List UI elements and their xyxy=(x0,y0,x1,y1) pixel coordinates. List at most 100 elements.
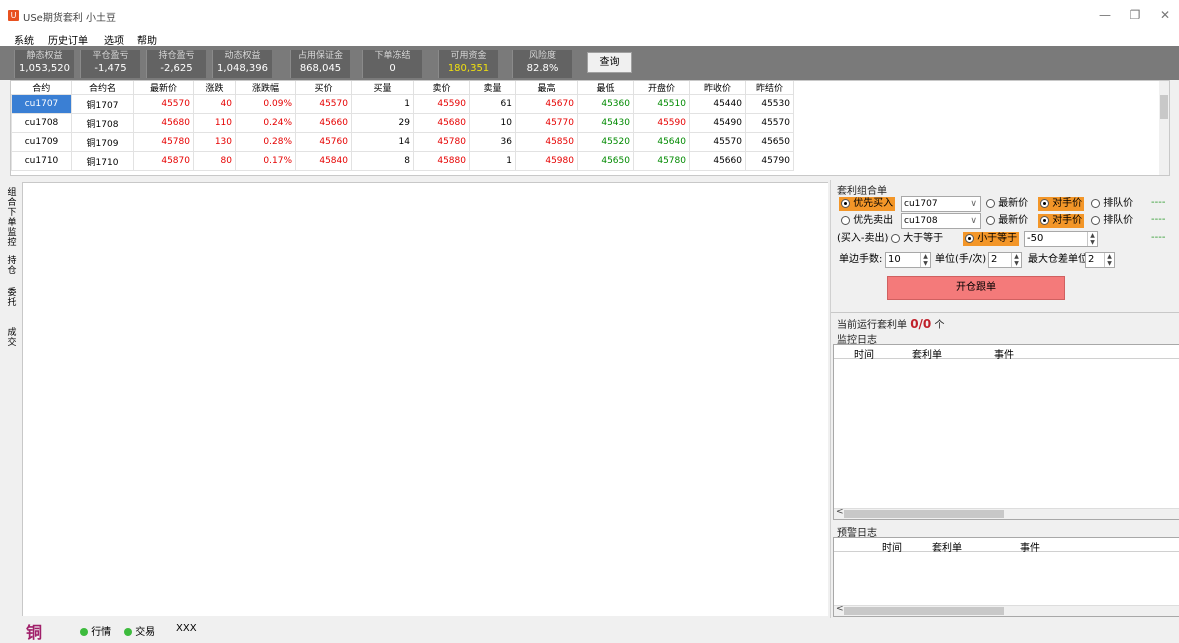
buy-latest-price-option[interactable]: 最新价 xyxy=(986,197,1028,211)
menu-history-orders[interactable]: 历史订单 xyxy=(48,32,88,47)
column-header[interactable]: 买量 xyxy=(351,81,414,95)
stepper-arrows-icon[interactable]: ▲ ▼ xyxy=(1104,253,1114,267)
column-header[interactable]: 买价 xyxy=(295,81,352,95)
table-row[interactable]: cu1709 铜1709 45780 130 0.28% 45760 14 45… xyxy=(11,132,794,152)
unit-stepper[interactable]: 2 ▲ ▼ xyxy=(988,252,1022,268)
contract-cell[interactable]: cu1707 xyxy=(11,94,72,114)
sell-latest-price-option[interactable]: 最新价 xyxy=(986,214,1028,228)
alert-log-scrollbar[interactable]: < xyxy=(834,604,1179,616)
change-pct-cell: 0.24% xyxy=(235,113,296,133)
scroll-left-icon[interactable]: < xyxy=(836,604,844,614)
tab-positions[interactable]: 持仓 xyxy=(6,256,18,280)
sell-contract-select[interactable]: cu1708 ∨ xyxy=(901,213,981,229)
stat-close-pnl: 平仓盈亏 -1,475 xyxy=(80,50,140,78)
contract-cell[interactable]: cu1710 xyxy=(11,151,72,171)
buy-contract-select[interactable]: cu1707 ∨ xyxy=(901,196,981,212)
contract-cell[interactable]: cu1709 xyxy=(11,132,72,152)
trade-label: 交易 xyxy=(135,627,156,638)
monitor-log-scrollbar[interactable]: < xyxy=(834,507,1179,519)
lots-value: 10 xyxy=(888,254,901,265)
window-title: USe期货套利 小土豆 xyxy=(23,13,116,24)
prev-settle-cell: 45530 xyxy=(745,94,794,114)
menu-system[interactable]: 系统 xyxy=(14,32,34,47)
change-pct-cell: 0.17% xyxy=(235,151,296,171)
tab-combo-monitor[interactable]: 组合下单监控 xyxy=(6,188,18,250)
buy-queue-price-option[interactable]: 排队价 xyxy=(1091,197,1133,211)
stat-label: 可用资金 xyxy=(450,51,487,61)
buy-first-option[interactable]: 优先买入 xyxy=(839,197,896,211)
spread-gte-option[interactable]: 大于等于 xyxy=(891,232,943,246)
column-header[interactable]: 最高 xyxy=(515,81,578,95)
buy-counter-price-option[interactable]: 对手价 xyxy=(1038,197,1085,211)
high-cell: 45770 xyxy=(515,113,578,133)
stat-value: -2,625 xyxy=(160,63,193,74)
query-button[interactable]: 查询 xyxy=(587,52,632,73)
maximize-button[interactable]: ❐ xyxy=(1125,7,1145,23)
radio-icon xyxy=(1091,198,1100,208)
stat-value: 1,048,396 xyxy=(217,63,268,74)
table-row[interactable]: cu1710 铜1710 45870 80 0.17% 45840 8 4588… xyxy=(11,151,794,171)
column-header[interactable]: 昨结价 xyxy=(745,81,794,95)
sell-first-option[interactable]: 优先卖出 xyxy=(841,214,893,228)
column-header[interactable]: 卖量 xyxy=(469,81,516,95)
low-cell: 45430 xyxy=(577,113,634,133)
ask-volume-cell: 1 xyxy=(469,151,516,171)
quote-scrollbar[interactable] xyxy=(1159,81,1169,175)
running-suffix: 个 xyxy=(934,320,945,331)
table-row[interactable]: cu1708 铜1708 45680 110 0.24% 45660 29 45… xyxy=(11,113,794,133)
scroll-left-icon[interactable]: < xyxy=(836,507,844,517)
column-header[interactable]: 最新价 xyxy=(133,81,194,95)
column-header[interactable]: 套利单 xyxy=(932,539,962,554)
prev-settle-cell: 45790 xyxy=(745,151,794,171)
prev-close-cell: 45440 xyxy=(689,94,746,114)
radio-icon xyxy=(986,198,995,208)
column-header[interactable]: 套利单 xyxy=(912,346,942,361)
scrollbar-thumb[interactable] xyxy=(844,607,1004,615)
column-header[interactable]: 时间 xyxy=(882,539,902,554)
table-header-row: 合约 合约名 最新价 涨跌 涨跌幅 买价 买量 卖价 卖量 最高 最低 开盘价 … xyxy=(11,81,794,95)
column-header[interactable]: 时间 xyxy=(854,346,874,361)
column-header[interactable]: 昨收价 xyxy=(689,81,746,95)
minimize-button[interactable]: — xyxy=(1095,7,1115,23)
stat-static-equity: 静态权益 1,053,520 xyxy=(14,50,74,78)
column-header[interactable]: 涨跌 xyxy=(193,81,236,95)
column-header[interactable]: 卖价 xyxy=(413,81,470,95)
spread-value-stepper[interactable]: -50 ▲ ▼ xyxy=(1024,231,1098,247)
max-diff-stepper[interactable]: 2 ▲ ▼ xyxy=(1085,252,1115,268)
stepper-arrows-icon[interactable]: ▲ ▼ xyxy=(920,253,930,267)
scrollbar-thumb[interactable] xyxy=(1160,95,1168,119)
trade-status: 交易 xyxy=(124,623,155,638)
menu-help[interactable]: 帮助 xyxy=(137,32,157,47)
stepper-arrows-icon[interactable]: ▲ ▼ xyxy=(1011,253,1021,267)
column-header[interactable]: 最低 xyxy=(577,81,634,95)
spread-lte-option[interactable]: 小于等于 xyxy=(963,232,1020,246)
contract-cell[interactable]: cu1708 xyxy=(11,113,72,133)
sell-queue-price-option[interactable]: 排队价 xyxy=(1091,214,1133,228)
table-row[interactable]: cu1707 铜1707 45570 40 0.09% 45570 1 4559… xyxy=(11,94,794,114)
market-status: 行情 xyxy=(80,623,111,638)
stat-label: 持仓盈亏 xyxy=(158,51,195,61)
column-header[interactable]: 合约名 xyxy=(71,81,134,95)
stat-value: 82.8% xyxy=(526,63,559,74)
column-header[interactable]: 涨跌幅 xyxy=(235,81,296,95)
close-button[interactable]: ✕ xyxy=(1155,7,1175,23)
column-header[interactable]: 事件 xyxy=(1020,539,1040,554)
stepper-arrows-icon[interactable]: ▲ ▼ xyxy=(1087,232,1097,246)
sell-counter-price-option[interactable]: 对手价 xyxy=(1038,214,1085,228)
menu-options[interactable]: 选项 xyxy=(104,32,124,47)
scrollbar-thumb[interactable] xyxy=(844,510,1004,518)
column-header[interactable]: 开盘价 xyxy=(633,81,690,95)
open-follow-button[interactable]: 开仓跟单 xyxy=(887,276,1065,300)
stat-label: 动态权益 xyxy=(224,51,261,61)
product-label: 铜 xyxy=(26,623,43,642)
tab-trades[interactable]: 成交 xyxy=(6,328,18,352)
tab-orders[interactable]: 委托 xyxy=(6,288,18,312)
column-header[interactable]: 合约 xyxy=(11,81,72,95)
column-header[interactable]: 事件 xyxy=(994,346,1014,361)
lots-stepper[interactable]: 10 ▲ ▼ xyxy=(885,252,931,268)
chevron-down-icon: ∨ xyxy=(970,199,977,209)
stat-label: 风险度 xyxy=(528,51,556,61)
bid-price-cell: 45660 xyxy=(295,113,352,133)
contract-name-cell: 铜1709 xyxy=(71,132,134,152)
stat-position-pnl: 持仓盈亏 -2,625 xyxy=(146,50,206,78)
